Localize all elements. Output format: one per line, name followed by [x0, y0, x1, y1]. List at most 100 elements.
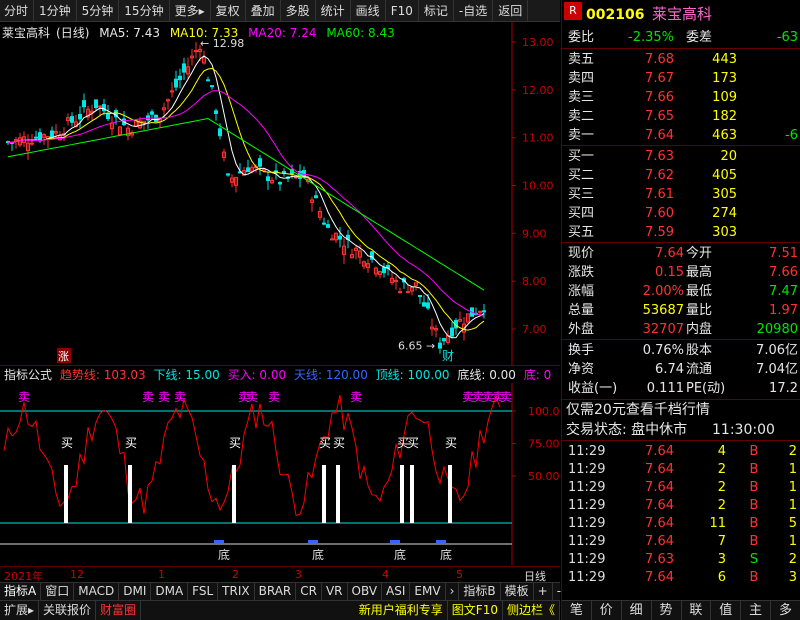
price-tick-label: 8.00 [522, 275, 547, 288]
candle-body [426, 302, 430, 309]
indicator-tab[interactable]: EMV [410, 583, 446, 600]
toolbar-item[interactable]: 多股 [281, 0, 316, 22]
bottom-link[interactable]: 侧边栏《 [503, 601, 560, 620]
tick-volume: 2 [717, 498, 726, 513]
buy-bar [400, 465, 404, 523]
kline-chart[interactable]: 13.00 12.00 11.00 10.00 9.00 8.00 7.00 ← 12.98 6… [0, 22, 560, 365]
indicator-name[interactable]: 指标公式 [0, 368, 52, 382]
bottom-link[interactable]: 图文F10 [448, 601, 503, 620]
quote-row: 涨幅 2.00% 最低 7.47 [562, 282, 800, 301]
indicator-tab[interactable]: OBV [348, 583, 383, 600]
indicator-tick-label: 75.00 [528, 438, 560, 451]
tick-row: 11:29 7.64 2 B 1 [562, 497, 800, 515]
tick-side: B [749, 498, 759, 513]
tick-side: B [749, 480, 759, 495]
book-volume: 443 [712, 52, 737, 67]
tick-row: 11:29 7.64 2 B 1 [562, 479, 800, 497]
buy-bar [232, 465, 236, 523]
candle-body [50, 130, 54, 138]
indicator-tab[interactable]: 模板 [501, 583, 534, 600]
tick-count: 1 [788, 534, 797, 549]
indicator-tab[interactable]: ASI [382, 583, 411, 600]
bottom-link[interactable]: 扩展▸ [0, 601, 40, 620]
candle-body [482, 310, 486, 313]
indicator-tab[interactable]: FSL [188, 583, 219, 600]
indicator-tick-label: 50.00 [528, 470, 560, 483]
toolbar-item[interactable]: F10 [386, 0, 419, 22]
indicator-tab[interactable]: 窗口 [41, 583, 75, 600]
toolbar-item[interactable]: 统计 [316, 0, 351, 22]
bottom-link[interactable]: 新用户福利专享 [355, 601, 448, 620]
toolbar-item[interactable]: 15分钟 [119, 0, 170, 22]
detail-tabs: 笔价细势联值主多 [562, 600, 800, 620]
buy-marker: 财 [442, 349, 454, 363]
candle-body [34, 136, 38, 139]
bottom-link[interactable]: 财富圈 [96, 601, 142, 620]
indicator-tab[interactable]: 指标A [0, 583, 42, 600]
time-axis: 2021年 12 1 2 3 4 5 日线 [0, 566, 560, 583]
toolbar-item[interactable]: -自选 [454, 0, 494, 22]
detail-tab[interactable]: 主 [741, 601, 772, 620]
indicator-tab[interactable]: VR [322, 583, 348, 600]
detail-tab[interactable]: 价 [592, 601, 622, 620]
indicator-tab[interactable]: › [446, 583, 460, 600]
bottom-link[interactable]: 关联报价 [39, 601, 97, 620]
quote-value: 2.00% [642, 284, 684, 299]
promo-text: 仅需20元查看千档行情 [566, 402, 710, 418]
buy-label: 买 [319, 436, 331, 450]
indicator-chart[interactable]: 100.0 75.00 50.00 买买买买买买买买卖卖卖卖卖卖卖卖卖卖卖卖卖底底底底 [0, 383, 560, 565]
toolbar-item[interactable]: 标记 [419, 0, 454, 22]
tick-side: S [749, 552, 759, 567]
divider [562, 339, 800, 340]
indicator-tab[interactable]: MACD [74, 583, 120, 600]
indicator-tab[interactable]: CR [296, 583, 322, 600]
indicator-tab[interactable]: DMA [151, 583, 189, 600]
indicator-tab[interactable]: 指标B [459, 583, 501, 600]
detail-tab[interactable]: 势 [652, 601, 682, 620]
status-time: 11:30:00 [712, 422, 775, 438]
candle-body [398, 291, 402, 294]
toolbar-item[interactable]: 画线 [351, 0, 386, 22]
candle-body [206, 79, 210, 82]
bottom-label: 底 [394, 547, 406, 562]
book-volume: 463 [712, 128, 737, 143]
book-label: 买二 [568, 168, 595, 183]
detail-tab[interactable]: 笔 [562, 601, 592, 620]
detail-tab[interactable]: 细 [622, 601, 652, 620]
indicator-header: 指标公式 趋势线: 103.03 下线: 15.00 买入: 0.00 天线: … [0, 365, 560, 383]
indicator-tab[interactable]: TRIX [218, 583, 255, 600]
fund-label: PE(动) [686, 381, 726, 396]
toolbar-item[interactable]: 1分钟 [34, 0, 77, 22]
indicator-tab[interactable]: + [534, 583, 553, 600]
up-marker: 涨 [58, 350, 69, 363]
fund-value: 6.74 [655, 362, 684, 377]
book-volume: 305 [712, 187, 737, 202]
toolbar-item[interactable]: 复权 [211, 0, 246, 22]
indicator-tab[interactable]: BRAR [255, 583, 297, 600]
book-price: 7.67 [645, 71, 674, 86]
toolbar-item[interactable]: 返回 [493, 0, 529, 22]
tick-price: 7.64 [645, 570, 674, 585]
weibi-value: -2.35% [628, 30, 674, 45]
divider [562, 145, 800, 146]
candle-body [210, 85, 214, 88]
detail-tab[interactable]: 值 [711, 601, 742, 620]
book-label: 卖五 [568, 52, 595, 67]
tick-row: 11:29 7.64 4 B 2 [562, 443, 800, 461]
toolbar-item[interactable]: 5分钟 [77, 0, 120, 22]
low-line-value: 下线: 15.00 [153, 368, 220, 382]
candle-body [182, 63, 186, 73]
promo-link[interactable]: 仅需20元查看千档行情 [562, 401, 800, 420]
indicator-tab[interactable]: DMI [119, 583, 152, 600]
candle-body [70, 116, 74, 123]
detail-tab[interactable]: 联 [682, 601, 712, 620]
detail-tab[interactable]: 多 [771, 601, 800, 620]
candle-body [330, 238, 334, 241]
toolbar-item[interactable]: 分时 [0, 0, 35, 22]
toolbar-item[interactable]: 叠加 [246, 0, 281, 22]
fund-row: 收益(一) 0.111 PE(动) 17.2 [562, 379, 800, 398]
tick-row: 11:29 7.63 3 S 2 [562, 551, 800, 569]
period-toolbar: 分时 1分钟 5分钟 15分钟 更多▸ 复权 叠加 多股 统计 画线 F10 标记 -自选 返回 [0, 0, 560, 22]
quote-value: 0.15 [655, 265, 684, 280]
toolbar-item[interactable]: 更多▸ [170, 0, 211, 22]
